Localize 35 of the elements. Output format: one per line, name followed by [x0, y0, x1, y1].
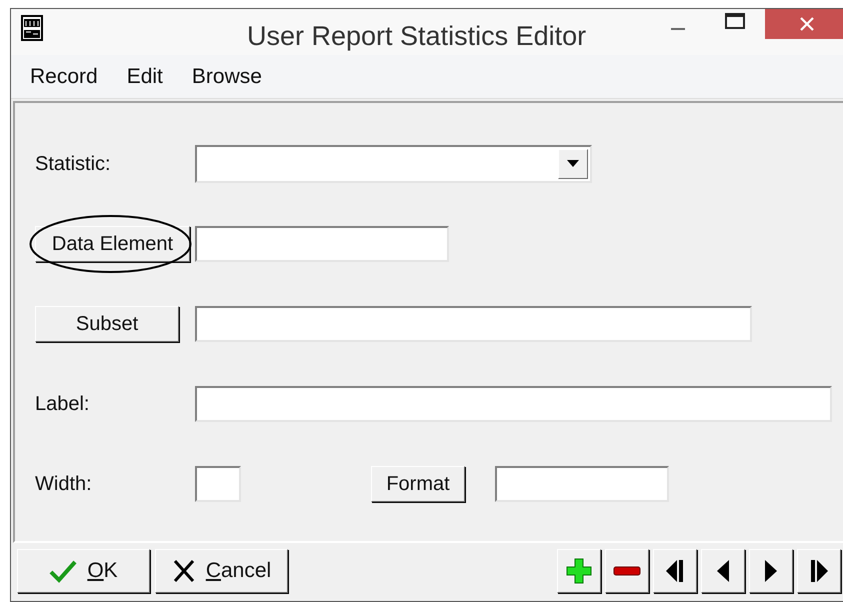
minus-icon — [613, 566, 641, 576]
previous-icon — [717, 560, 729, 582]
action-button[interactable]: OK — [17, 549, 150, 593]
maximize-icon[interactable] — [725, 13, 745, 29]
menu-item[interactable]: Edit — [126, 60, 163, 92]
form-button[interactable]: Format — [371, 466, 465, 502]
text-field[interactable] — [195, 466, 241, 502]
window-title: User Report Statistics Editor — [247, 20, 586, 53]
close-button[interactable] — [765, 9, 843, 39]
field-label: Width: — [35, 472, 93, 497]
form-button[interactable]: Subset — [35, 306, 179, 342]
close-icon — [172, 559, 196, 583]
navigation-button[interactable] — [749, 549, 793, 593]
navigation-button[interactable] — [797, 549, 841, 593]
action-button[interactable]: Cancel — [155, 549, 288, 593]
next-icon — [765, 560, 777, 582]
text-field[interactable] — [195, 226, 449, 262]
close-icon — [800, 17, 814, 31]
text-field[interactable] — [495, 466, 669, 502]
navigation-button[interactable] — [653, 549, 697, 593]
text-field[interactable] — [195, 306, 752, 342]
first-record-icon — [666, 560, 684, 582]
menu-item[interactable]: Browse — [192, 60, 262, 92]
app-icon — [21, 15, 43, 41]
field-label: Label: — [35, 392, 90, 417]
navigation-button[interactable] — [605, 549, 649, 593]
text-field[interactable] — [195, 386, 832, 422]
statistic-dropdown[interactable] — [195, 145, 592, 183]
plus-icon — [566, 558, 592, 584]
navigation-button[interactable] — [701, 549, 745, 593]
last-record-icon — [810, 560, 828, 582]
form-button[interactable]: Data Element — [35, 226, 190, 262]
field-label: Statistic: — [35, 152, 112, 177]
menu-item[interactable]: Record — [30, 60, 98, 92]
checkmark-icon — [49, 559, 78, 583]
